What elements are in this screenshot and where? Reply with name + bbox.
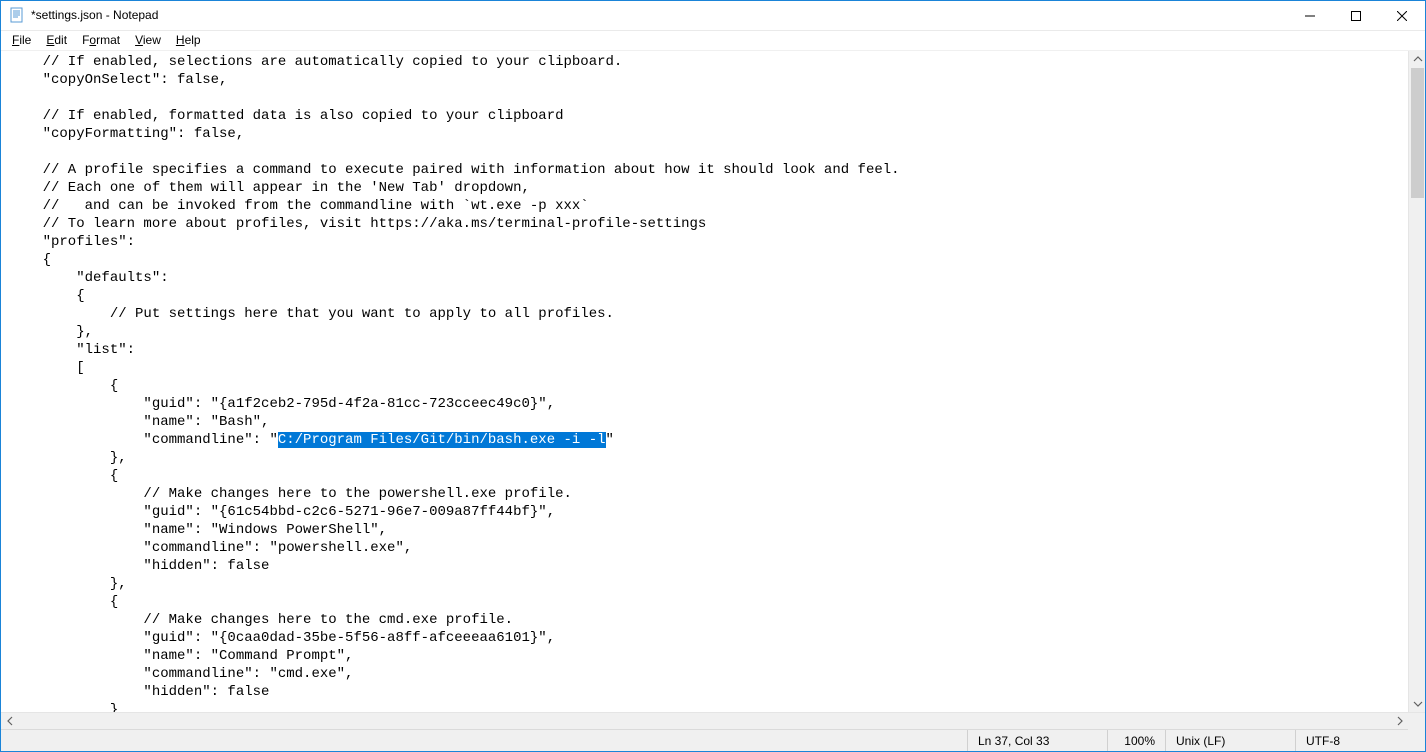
editor-line: [ xyxy=(9,359,1408,377)
editor-line: }, xyxy=(9,449,1408,467)
maximize-button[interactable] xyxy=(1333,1,1379,31)
menu-help[interactable]: Help xyxy=(169,32,209,48)
vertical-scroll-thumb[interactable] xyxy=(1411,68,1424,198)
editor-line: "profiles": xyxy=(9,233,1408,251)
editor-container: // If enabled, selections are automatica… xyxy=(1,51,1425,713)
editor-line: // To learn more about profiles, visit h… xyxy=(9,215,1408,233)
menu-help-rest: elp xyxy=(185,33,201,47)
menu-view-rest: iew xyxy=(143,33,161,47)
editor-line xyxy=(9,89,1408,107)
status-eol: Unix (LF) xyxy=(1165,730,1295,751)
editor-line: "name": "Windows PowerShell", xyxy=(9,521,1408,539)
menu-file-rest: ile xyxy=(19,33,31,47)
status-encoding: UTF-8 xyxy=(1295,730,1425,751)
close-button[interactable] xyxy=(1379,1,1425,31)
editor-line: { xyxy=(9,467,1408,485)
window-title: *settings.json - Notepad xyxy=(31,8,158,22)
editor-line: // If enabled, selections are automatica… xyxy=(9,53,1408,71)
scroll-down-icon[interactable] xyxy=(1409,695,1425,712)
editor-line: // If enabled, formatted data is also co… xyxy=(9,107,1408,125)
statusbar: Ln 37, Col 33 100% Unix (LF) UTF-8 xyxy=(1,729,1425,751)
editor-line: { xyxy=(9,377,1408,395)
editor-line: "hidden": false xyxy=(9,683,1408,701)
editor-line: "list": xyxy=(9,341,1408,359)
editor-line: "guid": "{0caa0dad-35be-5f56-a8ff-afceee… xyxy=(9,629,1408,647)
menubar: File Edit Format View Help xyxy=(1,31,1425,51)
editor-line: "name": "Bash", xyxy=(9,413,1408,431)
notepad-icon xyxy=(9,7,25,23)
text-area[interactable]: // If enabled, selections are automatica… xyxy=(1,51,1408,713)
minimize-button[interactable] xyxy=(1287,1,1333,31)
vertical-scrollbar[interactable] xyxy=(1408,51,1425,713)
menu-edit-rest: dit xyxy=(54,33,67,47)
menu-edit[interactable]: Edit xyxy=(39,32,75,48)
editor-line: // and can be invoked from the commandli… xyxy=(9,197,1408,215)
editor-line: // A profile specifies a command to exec… xyxy=(9,161,1408,179)
menu-file[interactable]: File xyxy=(5,32,39,48)
scroll-right-icon[interactable] xyxy=(1391,713,1408,730)
editor-line xyxy=(9,143,1408,161)
editor-line: // Put settings here that you want to ap… xyxy=(9,305,1408,323)
editor-line: } xyxy=(9,701,1408,713)
editor-line: "guid": "{61c54bbd-c2c6-5271-96e7-009a87… xyxy=(9,503,1408,521)
status-zoom: 100% xyxy=(1107,730,1165,751)
editor-line: }, xyxy=(9,323,1408,341)
editor-line: // Each one of them will appear in the '… xyxy=(9,179,1408,197)
editor-line: "hidden": false xyxy=(9,557,1408,575)
window-controls xyxy=(1287,1,1425,31)
selected-text: C:/Program Files/Git/bin/bash.exe -i -l xyxy=(278,432,606,448)
menu-view[interactable]: View xyxy=(128,32,169,48)
editor-line: "defaults": xyxy=(9,269,1408,287)
editor-line: "commandline": "cmd.exe", xyxy=(9,665,1408,683)
titlebar: *settings.json - Notepad xyxy=(1,1,1425,31)
menu-format[interactable]: Format xyxy=(75,32,128,48)
editor-line: "guid": "{a1f2ceb2-795d-4f2a-81cc-723cce… xyxy=(9,395,1408,413)
scroll-up-icon[interactable] xyxy=(1409,51,1425,68)
scrollbar-corner xyxy=(1408,713,1425,730)
editor-line: // Make changes here to the cmd.exe prof… xyxy=(9,611,1408,629)
editor-line: // Make changes here to the powershell.e… xyxy=(9,485,1408,503)
editor-line: "copyOnSelect": false, xyxy=(9,71,1408,89)
editor-line: "copyFormatting": false, xyxy=(9,125,1408,143)
status-spacer xyxy=(1,730,967,751)
editor-line: "commandline": "C:/Program Files/Git/bin… xyxy=(9,431,1408,449)
editor-line: "commandline": "powershell.exe", xyxy=(9,539,1408,557)
editor-line: { xyxy=(9,593,1408,611)
menu-format-rest: rmat xyxy=(96,33,120,47)
editor-line: { xyxy=(9,287,1408,305)
status-lncol: Ln 37, Col 33 xyxy=(967,730,1107,751)
editor-line: "name": "Command Prompt", xyxy=(9,647,1408,665)
horizontal-scrollbar[interactable] xyxy=(1,712,1425,729)
scroll-left-icon[interactable] xyxy=(1,713,18,730)
editor-line: }, xyxy=(9,575,1408,593)
editor-line: { xyxy=(9,251,1408,269)
